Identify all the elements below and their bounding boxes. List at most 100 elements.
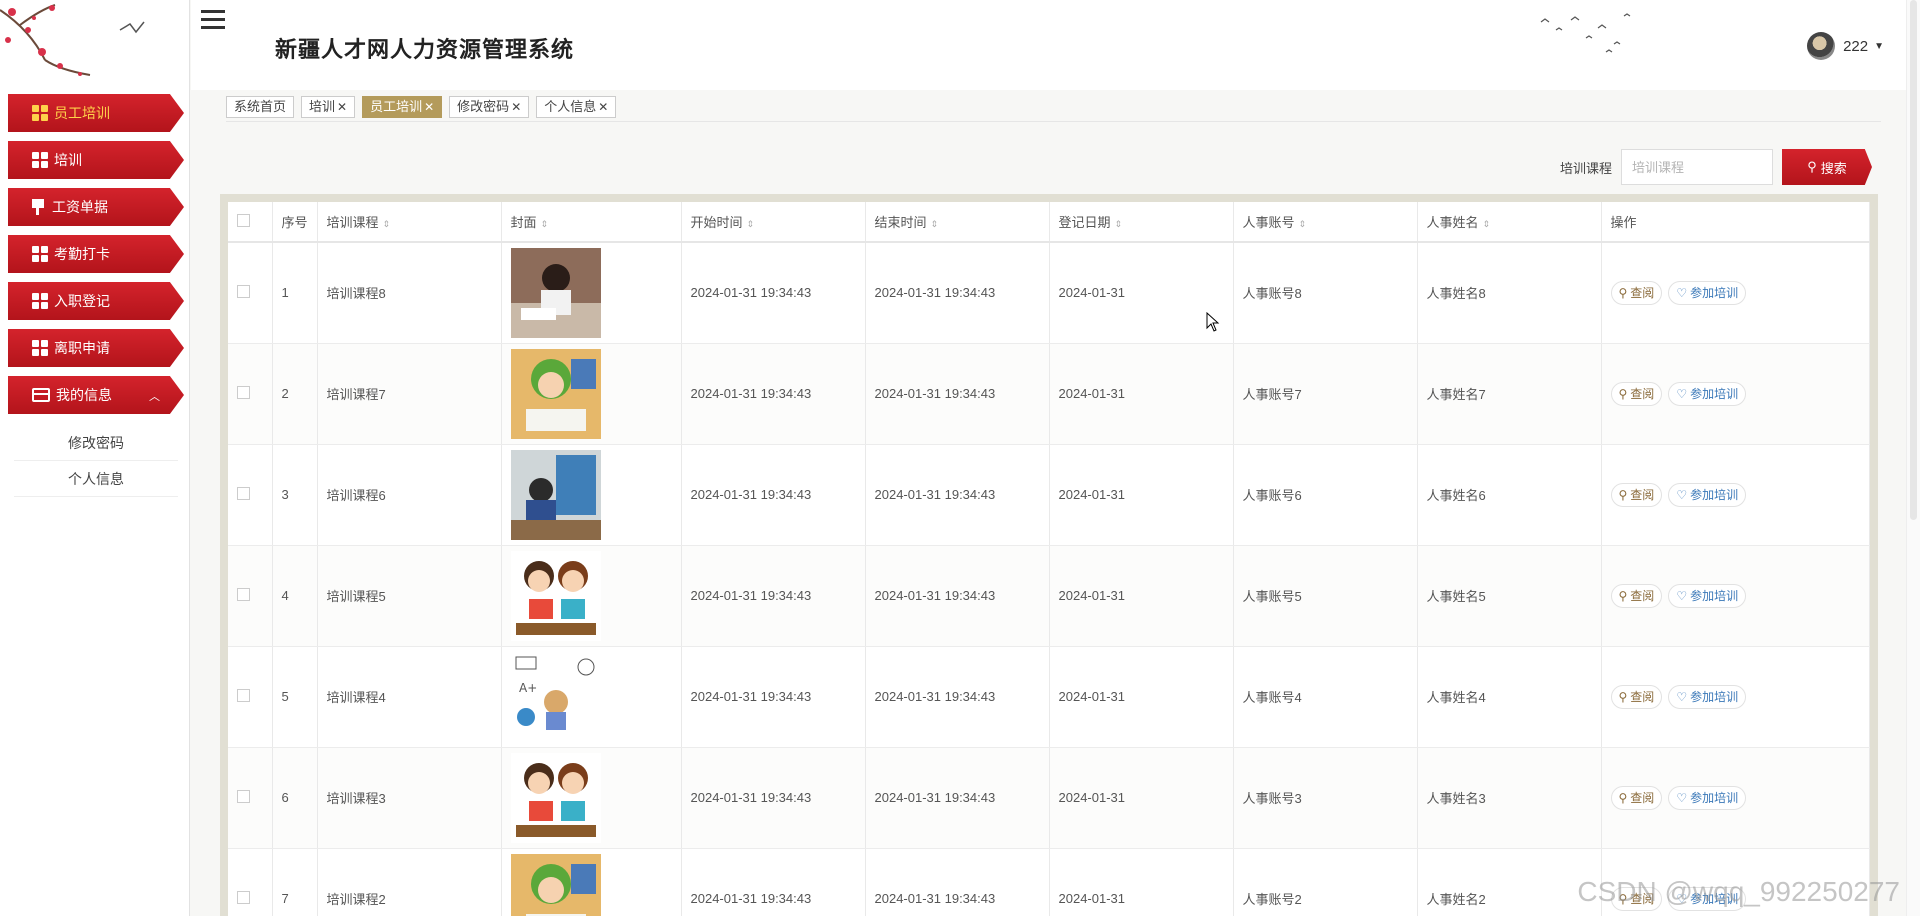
view-button[interactable]: ⚲ 查阅 — [1610, 684, 1663, 709]
sort-icon[interactable]: ⇕ — [1299, 219, 1307, 229]
cell-start-time: 2024-01-31 19:34:43 — [681, 343, 866, 445]
sidebar-subitem-change-password[interactable]: 修改密码 — [14, 425, 178, 461]
search-input[interactable] — [1621, 149, 1773, 185]
cell-end-time: 2024-01-31 19:34:43 — [865, 545, 1050, 647]
sort-icon[interactable]: ⇕ — [383, 219, 391, 229]
row-checkbox[interactable] — [237, 284, 250, 298]
cell-start-time: 2024-01-31 19:34:43 — [681, 242, 866, 344]
cell-no: 6 — [272, 747, 318, 849]
magnifier-icon: ⚲ — [1618, 386, 1628, 401]
row-checkbox[interactable] — [237, 789, 250, 803]
join-training-button[interactable]: ♡ 参加培训 — [1668, 280, 1747, 305]
sort-icon[interactable]: ⇕ — [931, 219, 939, 229]
sort-icon[interactable]: ⇕ — [1483, 219, 1491, 229]
col-header-cover[interactable]: 封面 ⇕ — [501, 202, 682, 243]
tab-label: 修改密码 — [457, 98, 510, 114]
join-training-button[interactable]: ♡ 参加培训 — [1668, 684, 1747, 709]
sidebar-subitem-personal-info[interactable]: 个人信息 — [14, 461, 178, 497]
cell-cover — [501, 242, 682, 344]
join-training-button[interactable]: ♡ 参加培训 — [1668, 381, 1747, 406]
caret-down-icon: ▼ — [1874, 40, 1884, 52]
menu-toggle-icon[interactable] — [201, 10, 225, 32]
cell-hr-name: 人事姓名7 — [1417, 343, 1602, 445]
user-menu[interactable]: 222 ▼ — [1807, 32, 1884, 60]
sidebar-item-label: 培训 — [54, 152, 82, 168]
search-button[interactable]: ⚲ 搜索 — [1782, 149, 1872, 185]
cover-image[interactable] — [510, 550, 601, 641]
cover-image[interactable] — [510, 752, 601, 843]
row-checkbox[interactable] — [237, 890, 250, 904]
col-header-end-time[interactable]: 结束时间 ⇕ — [865, 202, 1050, 243]
sidebar-item-my-info[interactable]: 我的信息 ︿ — [8, 376, 184, 414]
sidebar-item-label: 离职申请 — [54, 340, 110, 356]
table-header-row: 序号 培训课程 ⇕ 封面 ⇕ 开始时间 ⇕ 结束时间 ⇕ 登记日期 ⇕ 人事账号 ⇕ 人事姓… — [228, 202, 1870, 243]
view-button[interactable]: ⚲ 查阅 — [1610, 280, 1663, 305]
username: 222 — [1843, 37, 1869, 55]
sort-icon[interactable]: ⇕ — [541, 219, 549, 229]
row-checkbox[interactable] — [237, 385, 250, 399]
cell-course: 培训课程3 — [317, 747, 502, 849]
row-checkbox[interactable] — [237, 486, 250, 500]
cover-image[interactable]: A+ — [510, 651, 601, 742]
search-button-label: 搜索 — [1820, 160, 1847, 176]
sidebar-item-salary[interactable]: 工资单据 — [8, 188, 184, 226]
sort-icon[interactable]: ⇕ — [747, 219, 755, 229]
table-row: 4 培训课程5 2024-01-31 19:34:43 2024-01-31 19:3… — [228, 545, 1870, 647]
col-header-hr-account[interactable]: 人事账号 ⇕ — [1233, 202, 1418, 243]
col-header-course[interactable]: 培训课程 ⇕ — [317, 202, 502, 243]
tab-change-password[interactable]: 修改密码 ✕ — [449, 95, 530, 118]
cover-image[interactable] — [510, 247, 601, 338]
col-header-hr-name[interactable]: 人事姓名 ⇕ — [1417, 202, 1602, 243]
scrollbar-thumb[interactable] — [1910, 0, 1917, 520]
close-icon[interactable]: ✕ — [424, 97, 434, 117]
join-training-button[interactable]: ♡ 参加培训 — [1668, 482, 1747, 507]
heart-icon: ♡ — [1676, 689, 1688, 704]
sidebar-item-onboarding[interactable]: 入职登记 — [8, 282, 184, 320]
sidebar-item-attendance[interactable]: 考勤打卡 — [8, 235, 184, 273]
close-icon[interactable]: ✕ — [598, 97, 608, 117]
page-scrollbar[interactable] — [1906, 0, 1920, 916]
tab-bar: 系统首页 培训 ✕ 员工培训 ✕ 修改密码 ✕ 个人信息 ✕ — [226, 92, 1881, 122]
close-icon[interactable]: ✕ — [511, 97, 521, 117]
select-all-checkbox[interactable] — [237, 213, 250, 227]
cell-hr-name: 人事姓名3 — [1417, 747, 1602, 849]
view-button[interactable]: ⚲ 查阅 — [1610, 583, 1663, 608]
view-button[interactable]: ⚲ 查阅 — [1610, 482, 1663, 507]
row-checkbox[interactable] — [237, 587, 250, 601]
search-icon: ⚲ — [1807, 159, 1817, 174]
view-button[interactable]: ⚲ 查阅 — [1610, 785, 1663, 810]
tab-training[interactable]: 培训 ✕ — [301, 95, 356, 118]
sidebar-item-employee-training[interactable]: 员工培训 — [8, 94, 184, 132]
tab-home[interactable]: 系统首页 — [226, 95, 295, 118]
grid-icon — [32, 105, 48, 121]
cell-register-date: 2024-01-31 — [1049, 545, 1234, 647]
tab-personal-info[interactable]: 个人信息 ✕ — [536, 95, 617, 118]
tab-employee-training[interactable]: 员工培训 ✕ — [362, 95, 443, 118]
row-select-cell — [228, 747, 273, 849]
join-training-button[interactable]: ♡ 参加培训 — [1668, 785, 1747, 810]
row-checkbox[interactable] — [237, 688, 250, 702]
row-select-cell — [228, 545, 273, 647]
col-header-start-time[interactable]: 开始时间 ⇕ — [681, 202, 866, 243]
flag-icon — [32, 199, 44, 215]
grid-icon — [32, 293, 48, 309]
cell-register-date: 2024-01-31 — [1049, 747, 1234, 849]
cover-image[interactable] — [510, 348, 601, 439]
cell-start-time: 2024-01-31 19:34:43 — [681, 848, 866, 916]
cover-image[interactable] — [510, 449, 601, 540]
sidebar-item-resignation[interactable]: 离职申请 — [8, 329, 184, 367]
join-training-button[interactable]: ♡ 参加培训 — [1668, 583, 1747, 608]
data-table: 序号 培训课程 ⇕ 封面 ⇕ 开始时间 ⇕ 结束时间 ⇕ 登记日期 ⇕ 人事账号 ⇕ 人事姓… — [228, 202, 1870, 916]
view-button[interactable]: ⚲ 查阅 — [1610, 381, 1663, 406]
id-card-icon — [32, 388, 50, 402]
sort-icon[interactable]: ⇕ — [1115, 219, 1123, 229]
sidebar-item-training[interactable]: 培训 — [8, 141, 184, 179]
cover-image[interactable] — [510, 853, 601, 916]
col-header-register-date[interactable]: 登记日期 ⇕ — [1049, 202, 1234, 243]
cell-end-time: 2024-01-31 19:34:43 — [865, 747, 1050, 849]
cell-no: 7 — [272, 848, 318, 916]
close-icon[interactable]: ✕ — [337, 97, 347, 117]
header: 新疆人才网人力资源管理系统 222 ▼ — [191, 0, 1920, 90]
table-row: 5 培训课程4 A+ 2024-01-31 19:34:43 2024-01-31 19… — [228, 646, 1870, 748]
sidebar-menu: 员工培训 培训 工资单据 考勤打卡 入职登记 离职申请 我的信息 ︿ 修改密码 — [8, 94, 184, 497]
